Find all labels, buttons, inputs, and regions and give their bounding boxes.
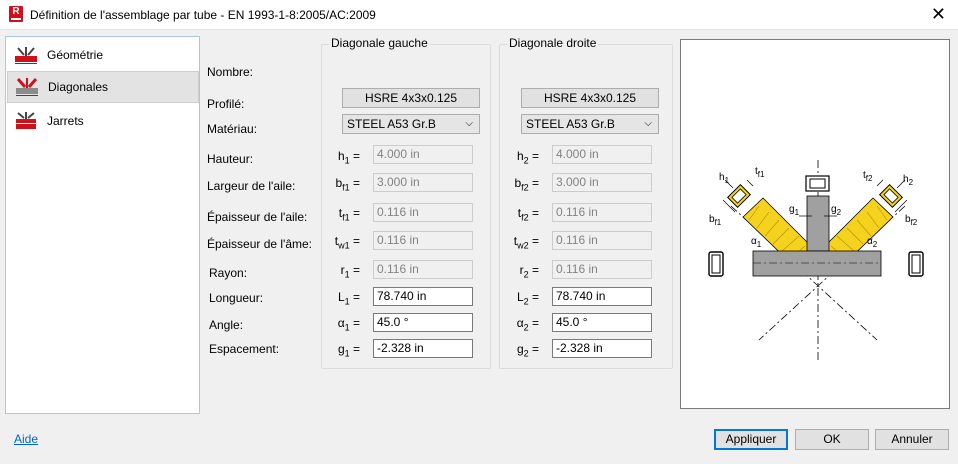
tw2-field[interactable]: 0.116 in [552, 231, 652, 250]
sidebar-item-label: Géométrie [47, 48, 104, 62]
vertical-member [806, 195, 830, 252]
chevron-down-icon: ⌵ [465, 118, 473, 129]
geometry-icon [15, 47, 37, 64]
sym-bf1: bf1 = [335, 176, 360, 193]
cancel-button[interactable]: Annuler [875, 429, 949, 450]
g2-field[interactable]: -2.328 in [552, 339, 652, 358]
sym-tf2: tf2 = [517, 206, 539, 223]
sym-tw2: tw2 = [513, 234, 539, 251]
tf1-field[interactable]: 0.116 in [373, 203, 473, 222]
sym-alpha1: α1 = [337, 316, 360, 333]
h1-field[interactable]: 4.000 in [373, 145, 473, 164]
sym-alpha2: α2 = [516, 316, 539, 333]
close-icon[interactable]: ✕ [931, 4, 946, 24]
diagram-label-g1: g1 [789, 204, 800, 217]
diagram-label-bf2: bf2 [905, 214, 918, 227]
L2-field[interactable]: 78.740 in [552, 287, 652, 306]
material-value-left: STEEL A53 Gr.B [347, 117, 436, 131]
ok-button[interactable]: OK [795, 429, 869, 450]
label-material: Matériau: [207, 122, 258, 136]
diagram-label-h2: h2 [903, 174, 914, 187]
g1-field[interactable]: -2.328 in [373, 339, 473, 358]
app-icon: R [9, 6, 23, 22]
sidebar-item-geometrie[interactable]: Géométrie [7, 39, 199, 71]
sym-h1: h1 = [337, 149, 360, 166]
label-rayon: Rayon: [209, 266, 248, 280]
label-epaisseur-aile: Épaisseur de l'aile: [207, 210, 308, 224]
alpha2-field[interactable]: 45.0 ° [552, 313, 652, 332]
title-bar: R Définition de l'assemblage par tube - … [0, 0, 958, 30]
group-title-left: Diagonale gauche [329, 36, 430, 50]
connection-preview: h1 tf1 bf1 g1 g2 α1 α2 tf2 h2 bf2 [680, 39, 950, 409]
sym-r1: r1 = [340, 263, 360, 280]
label-espacement: Espacement: [209, 342, 280, 356]
tf2-field[interactable]: 0.116 in [552, 203, 652, 222]
sidebar-item-label: Diagonales [48, 80, 109, 94]
diagram-label-tf1: tf1 [755, 166, 765, 179]
sym-L2: L2 = [516, 290, 539, 307]
sym-g2: g2 = [516, 342, 539, 359]
r2-field[interactable]: 0.116 in [552, 260, 652, 279]
sym-r2: r2 = [519, 263, 539, 280]
profile-button-right[interactable]: HSRE 4x3x0.125 [521, 88, 659, 108]
label-angle: Angle: [209, 318, 244, 332]
profile-button-left[interactable]: HSRE 4x3x0.125 [342, 88, 480, 108]
help-link[interactable]: Aide [14, 432, 38, 446]
haunch-icon [16, 112, 36, 129]
sidebar-item-diagonales[interactable]: Diagonales [7, 71, 199, 103]
label-nombre: Nombre: [207, 65, 254, 79]
diagonals-icon [16, 78, 38, 96]
h2-field[interactable]: 4.000 in [552, 145, 652, 164]
L1-field[interactable]: 78.740 in [373, 287, 473, 306]
material-select-left[interactable]: STEEL A53 Gr.B ⌵ [342, 114, 480, 134]
label-hauteur: Hauteur: [207, 152, 254, 166]
alpha1-field[interactable]: 45.0 ° [373, 313, 473, 332]
label-longueur: Longueur: [209, 291, 264, 305]
sidebar-item-jarrets[interactable]: Jarrets [7, 105, 199, 137]
group-title-right: Diagonale droite [507, 36, 599, 50]
chord [752, 250, 882, 277]
sidebar: Géométrie Diagonales Jarrets [5, 36, 200, 414]
sidebar-item-label: Jarrets [47, 114, 84, 128]
sym-L1: L1 = [337, 290, 360, 307]
label-epaisseur-ame: Épaisseur de l'âme: [207, 237, 313, 251]
label-profile: Profilé: [207, 97, 245, 111]
diagram-label-tf2: tf2 [863, 170, 873, 183]
connection-diagram: h1 tf1 bf1 g1 g2 α1 α2 tf2 h2 bf2 [708, 160, 924, 360]
window-title: Définition de l'assemblage par tube - EN… [30, 8, 376, 22]
sym-bf2: bf2 = [514, 176, 539, 193]
material-value-right: STEEL A53 Gr.B [526, 117, 615, 131]
diagram-label-h1: h1 [719, 172, 730, 185]
diagram-label-bf1: bf1 [709, 214, 722, 227]
r1-field[interactable]: 0.116 in [373, 260, 473, 279]
material-select-right[interactable]: STEEL A53 Gr.B ⌵ [521, 114, 659, 134]
diagram-label-a2: α2 [867, 236, 878, 249]
sym-tf1: tf1 = [338, 206, 360, 223]
apply-button[interactable]: Appliquer [714, 429, 788, 450]
bf1-field[interactable]: 3.000 in [373, 173, 473, 192]
tw1-field[interactable]: 0.116 in [373, 231, 473, 250]
chevron-down-icon: ⌵ [644, 118, 652, 129]
label-largeur: Largeur de l'aile: [207, 179, 296, 193]
diagram-label-g2: g2 [831, 204, 842, 217]
sym-tw1: tw1 = [334, 234, 360, 251]
sym-h2: h2 = [516, 149, 539, 166]
diagram-label-a1: α1 [751, 236, 762, 249]
sym-g1: g1 = [337, 342, 360, 359]
bf2-field[interactable]: 3.000 in [552, 173, 652, 192]
